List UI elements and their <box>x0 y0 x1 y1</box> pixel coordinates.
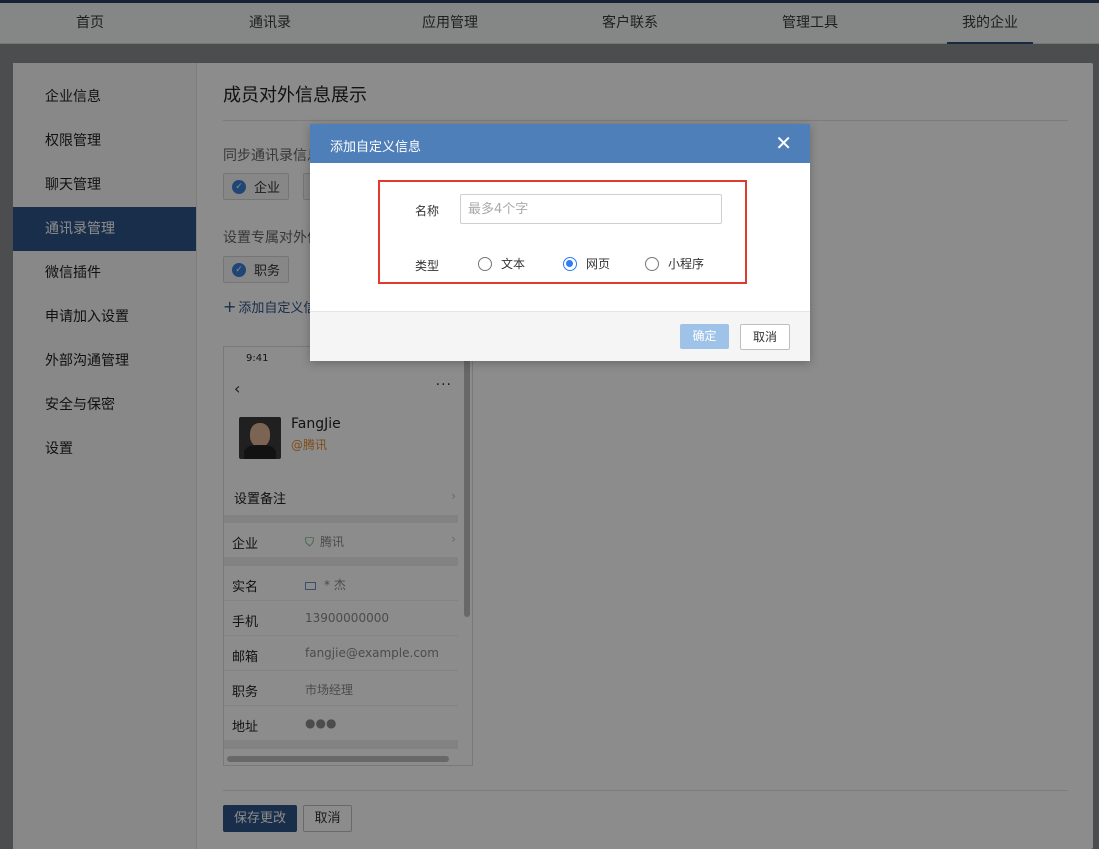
type-label: 类型 <box>415 259 440 273</box>
cancel-button[interactable]: 取消 <box>740 324 790 350</box>
confirm-button[interactable]: 确定 <box>680 324 729 349</box>
radio-label: 文本 <box>501 257 526 271</box>
dialog-footer: 确定 取消 <box>310 311 810 361</box>
radio-circle <box>645 256 659 271</box>
name-input[interactable] <box>460 194 722 224</box>
name-label: 名称 <box>415 204 440 218</box>
radio-label: 网页 <box>586 257 611 271</box>
radio-mini-program[interactable]: 小程序 <box>645 255 704 272</box>
radio-circle <box>478 256 492 271</box>
close-icon[interactable]: ✕ <box>775 131 792 155</box>
dialog-title: 添加自定义信息 <box>330 140 422 155</box>
radio-webpage[interactable]: 网页 <box>563 255 610 272</box>
radio-label: 小程序 <box>668 257 705 271</box>
radio-circle-selected <box>563 256 577 271</box>
dialog-header: 添加自定义信息 ✕ <box>310 124 810 163</box>
add-custom-info-dialog: 添加自定义信息 ✕ 名称 类型 文本 网页 小程序 确定 取消 <box>310 124 810 361</box>
radio-text[interactable]: 文本 <box>478 255 525 272</box>
